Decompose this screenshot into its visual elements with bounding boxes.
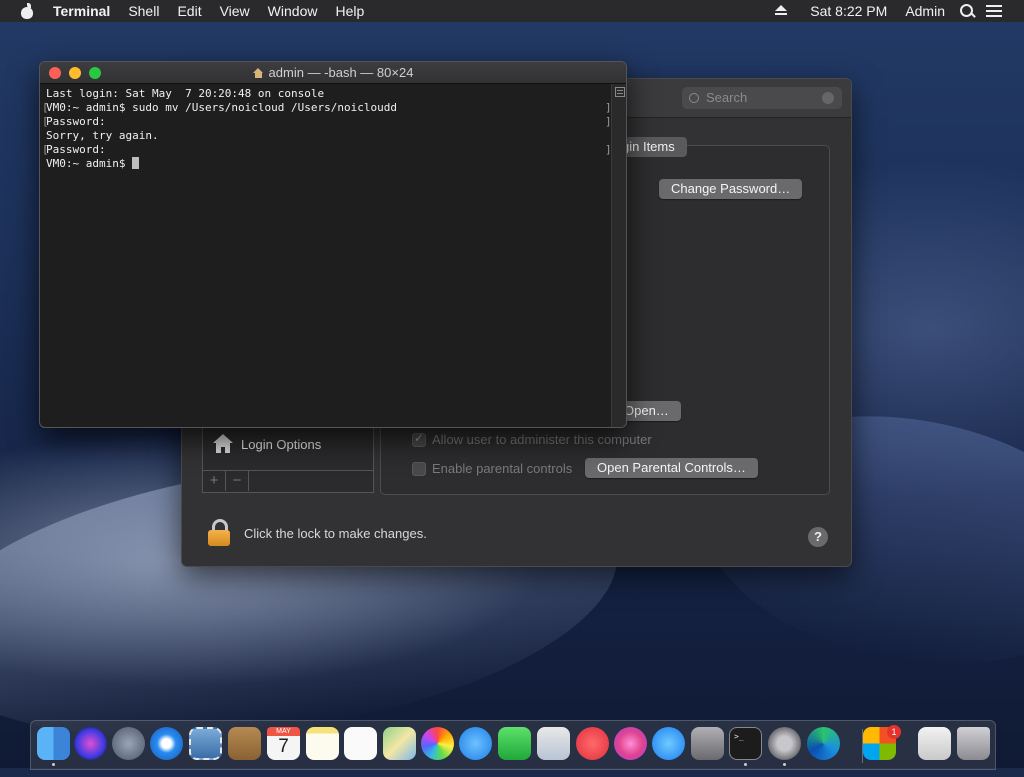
terminal-line-text: VM0:~ admin$ sudo mv /Users/noicloud /Us… [46,101,397,114]
menu-clock[interactable]: Sat 8:22 PM [801,0,896,22]
mark-bracket-left: [ [42,101,49,114]
menu-bar-left: Terminal Shell Edit View Window Help [0,0,373,22]
safari-icon[interactable] [150,727,183,760]
allow-admin-checkbox[interactable] [412,431,426,447]
news-icon[interactable] [576,727,609,760]
calendar-icon[interactable]: MAY 7 [267,727,300,760]
edge-icon[interactable] [807,727,840,760]
menu-shell[interactable]: Shell [119,0,168,22]
terminal-app-icon[interactable]: >_ [729,727,762,760]
allow-admin-label: Allow user to administer this computer [432,432,652,447]
login-options-label: Login Options [241,436,322,452]
terminal-line: [Password:] [42,143,612,157]
menu-bar-right: Sat 8:22 PM Admin [775,0,1024,22]
remove-user-button[interactable]: − [226,471,249,491]
search-icon [689,93,699,103]
reminders-icon[interactable] [344,727,377,760]
calendar-month: MAY [267,727,300,736]
photos-icon[interactable] [421,727,454,760]
terminal-line-text: Password: [46,115,106,128]
terminal-prompt-glyph: >_ [734,732,744,741]
text-cursor [132,157,140,169]
running-indicator [783,763,786,766]
login-options-item[interactable]: Login Options [203,426,373,461]
launchpad-icon[interactable] [112,727,145,760]
terminal-prompt-line: VM0:~ admin$ [46,157,606,171]
system-preferences-icon[interactable] [768,727,801,760]
mark-bracket-left: [ [42,115,49,128]
enable-parental-checkbox[interactable] [412,461,426,476]
add-user-button[interactable]: + [203,471,226,491]
terminal-output[interactable]: Last login: Sat May 7 20:20:48 on consol… [40,84,612,427]
terminal-window: admin — -bash — 80×24 Last login: Sat Ma… [39,61,627,428]
change-password-button[interactable]: Change Password… [659,179,803,199]
menu-user[interactable]: Admin [896,0,954,22]
terminal-titlebar[interactable]: admin — -bash — 80×24 [40,62,626,84]
running-indicator [52,763,55,766]
tool-icon[interactable] [918,727,951,760]
apple-icon[interactable] [20,3,34,19]
terminal-title: admin — -bash — 80×24 [40,62,626,83]
open-parental-controls-button[interactable]: Open Parental Controls… [585,458,758,478]
preview-icon[interactable] [537,727,570,760]
running-indicator [744,763,747,766]
maps-icon[interactable] [383,727,416,760]
siri-icon[interactable] [74,727,107,760]
terminal-line: [VM0:~ admin$ sudo mv /Users/noicloud /U… [42,101,612,115]
allow-admin-row: Allow user to administer this computer [412,431,652,447]
menu-view[interactable]: View [211,0,259,22]
terminal-line: [Password:] [42,115,612,129]
mark-bracket-left: [ [42,143,49,156]
parental-controls-row: Enable parental controls [412,461,572,476]
notes-icon[interactable] [306,727,339,760]
split-pane-icon[interactable] [615,87,625,97]
facetime-icon[interactable] [498,727,531,760]
terminal-line-text: Sorry, try again. [46,129,159,142]
menu-window[interactable]: Window [259,0,327,22]
prefs-search-field[interactable]: Search [682,87,842,109]
terminal-line-text: Last login: Sat May 7 20:20:48 on consol… [46,87,325,100]
lock-row: Click the lock to make changes. [208,519,427,547]
menu-app-name[interactable]: Terminal [44,0,119,22]
terminal-scrollbar[interactable] [611,84,626,427]
contacts-icon[interactable] [228,727,261,760]
menu-edit[interactable]: Edit [168,0,210,22]
terminal-title-text: admin — -bash — 80×24 [268,65,414,80]
terminal-line: Last login: Sat May 7 20:20:48 on consol… [46,87,606,101]
notification-center-icon[interactable] [986,5,1002,17]
dock: MAY 7 >_ 1 [30,720,996,770]
calendar-day: 7 [278,736,289,757]
lock-icon[interactable] [208,519,230,547]
user-list: Login Options + − [202,425,374,493]
terminal-line-text: VM0:~ admin$ [46,157,133,170]
menu-bar: Terminal Shell Edit View Window Help Sat… [0,0,1024,22]
user-list-controls: + − [203,470,373,491]
disk-utility-icon[interactable] [691,727,724,760]
help-button[interactable]: ? [808,527,828,547]
menu-help[interactable]: Help [326,0,373,22]
home-folder-icon [252,68,264,78]
terminal-line-text: Password: [46,143,106,156]
terminal-line: Sorry, try again. [46,129,606,143]
house-icon [213,434,233,454]
prefs-search-placeholder: Search [706,90,748,105]
mail-stamp-icon[interactable] [189,727,222,760]
trash-icon[interactable] [957,727,990,760]
messages-icon[interactable] [459,727,492,760]
lock-text: Click the lock to make changes. [244,525,427,541]
finder-icon[interactable] [37,727,70,760]
notification-badge: 1 [887,725,901,739]
clear-icon[interactable] [822,92,834,104]
app-store-icon[interactable] [652,727,685,760]
itunes-icon[interactable] [614,727,647,760]
enable-parental-label: Enable parental controls [432,461,573,476]
eject-icon[interactable] [775,5,788,17]
spotlight-search-icon[interactable] [960,4,974,18]
